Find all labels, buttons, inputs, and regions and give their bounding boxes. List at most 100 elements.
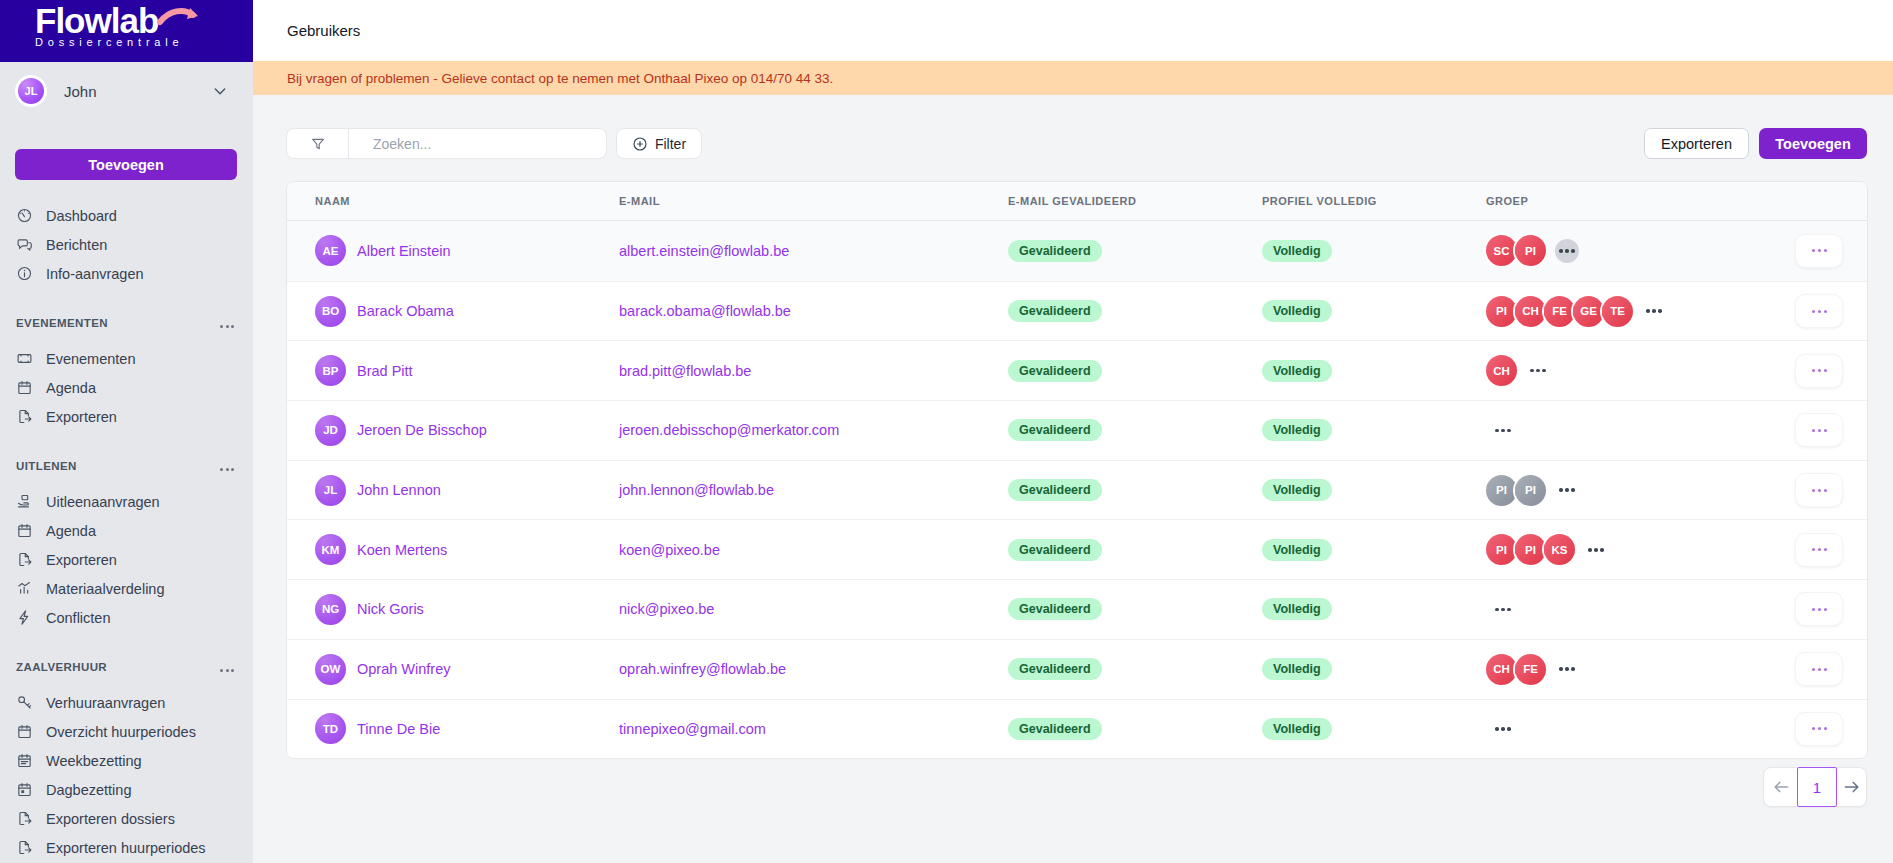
search-input[interactable] bbox=[349, 129, 606, 158]
groups-more-button[interactable] bbox=[1584, 538, 1608, 562]
group-badge[interactable]: CH bbox=[1486, 654, 1517, 685]
user-name-link[interactable]: Brad Pitt bbox=[357, 363, 413, 379]
section-more-button[interactable] bbox=[220, 314, 234, 332]
sidebar-item-exporteren[interactable]: Exporteren bbox=[0, 545, 253, 574]
groups-more-button[interactable] bbox=[1491, 418, 1515, 442]
group-badge[interactable]: TE bbox=[1602, 296, 1633, 327]
sidebar-item-label: Agenda bbox=[46, 380, 96, 396]
sidebar-item-label: Weekbezetting bbox=[46, 753, 142, 769]
cell-groep: PICHFEGETE bbox=[1486, 296, 1767, 327]
user-menu[interactable]: JL John bbox=[0, 62, 253, 107]
sidebar-item-exporteren[interactable]: Exporteren bbox=[0, 402, 253, 431]
cell-groep: CH bbox=[1486, 355, 1767, 386]
groups-more-button[interactable] bbox=[1555, 657, 1579, 681]
user-email-link[interactable]: tinnepixeo@gmail.com bbox=[619, 721, 766, 737]
cell-naam: TDTinne De Bie bbox=[315, 713, 619, 744]
row-actions-button[interactable] bbox=[1795, 413, 1843, 447]
sidebar-item-agenda[interactable]: Agenda bbox=[0, 516, 253, 545]
cell-email: tinnepixeo@gmail.com bbox=[619, 720, 1008, 738]
group-badge[interactable]: SC bbox=[1486, 235, 1517, 266]
export-doc-icon bbox=[16, 408, 34, 426]
section-more-button[interactable] bbox=[220, 658, 234, 676]
user-email-link[interactable]: brad.pitt@flowlab.be bbox=[619, 363, 751, 379]
user-email-link[interactable]: koen@pixeo.be bbox=[619, 542, 720, 558]
sidebar-item-uitleenaanvragen[interactable]: Uitleenaanvragen bbox=[0, 487, 253, 516]
col-naam: NAAM bbox=[315, 195, 619, 207]
row-actions-button[interactable] bbox=[1795, 652, 1843, 686]
table-body: AEAlbert Einsteinalbert.einstein@flowlab… bbox=[287, 221, 1867, 758]
pagination-next-button[interactable] bbox=[1837, 768, 1866, 806]
table-row: KMKoen Mertenskoen@pixeo.beGevalideerdVo… bbox=[287, 519, 1867, 579]
sidebar-item-overzicht-huurperiodes[interactable]: Overzicht huurperiodes bbox=[0, 717, 253, 746]
pagination-prev-button[interactable] bbox=[1764, 768, 1797, 806]
cell-profiel-volledig: Volledig bbox=[1262, 539, 1486, 561]
section-more-button[interactable] bbox=[220, 457, 234, 475]
sidebar-item-weekbezetting[interactable]: Weekbezetting bbox=[0, 746, 253, 775]
group-badge[interactable]: CH bbox=[1515, 296, 1546, 327]
sidebar-item-label: Exporteren huurperiodes bbox=[46, 840, 206, 856]
group-badge[interactable]: PI bbox=[1486, 534, 1517, 565]
group-badge[interactable]: PI bbox=[1486, 475, 1517, 506]
cell-email-gevalideerd: Gevalideerd bbox=[1008, 479, 1262, 501]
row-actions-button[interactable] bbox=[1795, 712, 1843, 746]
cell-naam: AEAlbert Einstein bbox=[315, 235, 619, 266]
row-actions-button[interactable] bbox=[1795, 354, 1843, 388]
add-button[interactable]: Toevoegen bbox=[1759, 128, 1867, 159]
sidebar-item-conflicten[interactable]: Conflicten bbox=[0, 603, 253, 632]
group-badge[interactable]: PI bbox=[1515, 475, 1546, 506]
col-email: E-MAIL bbox=[619, 195, 1008, 207]
user-email-link[interactable]: barack.obama@flowlab.be bbox=[619, 303, 791, 319]
user-name-link[interactable]: Jeroen De Bisschop bbox=[357, 422, 487, 438]
groups-more-button[interactable] bbox=[1555, 239, 1579, 263]
sidebar-item-info-aanvragen[interactable]: Info-aanvragen bbox=[0, 259, 253, 288]
filter-button[interactable]: Filter bbox=[616, 128, 702, 159]
sidebar-add-button[interactable]: Toevoegen bbox=[15, 149, 237, 180]
user-name-link[interactable]: Nick Goris bbox=[357, 601, 424, 617]
user-name-link[interactable]: Barack Obama bbox=[357, 303, 454, 319]
group-badge[interactable]: KS bbox=[1544, 534, 1575, 565]
group-badge[interactable]: PI bbox=[1515, 235, 1546, 266]
user-email-link[interactable]: albert.einstein@flowlab.be bbox=[619, 243, 789, 259]
group-badge[interactable]: GE bbox=[1573, 296, 1604, 327]
sidebar-item-berichten[interactable]: Berichten bbox=[0, 230, 253, 259]
group-badge[interactable]: FE bbox=[1515, 654, 1546, 685]
row-actions-button[interactable] bbox=[1795, 592, 1843, 626]
sidebar-item-verhuuraanvragen[interactable]: Verhuuraanvragen bbox=[0, 688, 253, 717]
sidebar-item-exporteren-dossiers[interactable]: Exporteren dossiers bbox=[0, 804, 253, 833]
user-email-link[interactable]: nick@pixeo.be bbox=[619, 601, 714, 617]
groups-more-button[interactable] bbox=[1491, 597, 1515, 621]
user-name-link[interactable]: Albert Einstein bbox=[357, 243, 451, 259]
groups-more-button[interactable] bbox=[1642, 299, 1666, 323]
cell-actions bbox=[1767, 533, 1843, 567]
arrow-left-icon bbox=[1771, 777, 1791, 797]
group-badge[interactable]: CH bbox=[1486, 355, 1517, 386]
group-badge[interactable]: PI bbox=[1486, 296, 1517, 327]
content: Filter Exporteren Toevoegen NAAM E-MAIL … bbox=[253, 95, 1893, 863]
sidebar-item-materiaalverdeling[interactable]: Materiaalverdeling bbox=[0, 574, 253, 603]
groups-more-button[interactable] bbox=[1526, 359, 1550, 383]
sidebar-item-evenementen[interactable]: Evenementen bbox=[0, 344, 253, 373]
row-actions-button[interactable] bbox=[1795, 473, 1843, 507]
row-actions-button[interactable] bbox=[1795, 533, 1843, 567]
user-name-link[interactable]: Tinne De Bie bbox=[357, 721, 440, 737]
sidebar-item-dashboard[interactable]: Dashboard bbox=[0, 201, 253, 230]
row-actions-button[interactable] bbox=[1795, 294, 1843, 328]
row-actions-button[interactable] bbox=[1795, 234, 1843, 268]
sidebar-item-dagbezetting[interactable]: Dagbezetting bbox=[0, 775, 253, 804]
funnel-icon[interactable] bbox=[287, 129, 349, 158]
user-email-link[interactable]: oprah.winfrey@flowlab.be bbox=[619, 661, 786, 677]
user-email-link[interactable]: john.lennon@flowlab.be bbox=[619, 482, 774, 498]
groups-more-button[interactable] bbox=[1555, 478, 1579, 502]
export-button[interactable]: Exporteren bbox=[1644, 128, 1749, 159]
group-badge[interactable]: FE bbox=[1544, 296, 1575, 327]
user-name-link[interactable]: Koen Mertens bbox=[357, 542, 447, 558]
user-email-link[interactable]: jeroen.debisschop@merkator.com bbox=[619, 422, 839, 438]
validated-badge: Gevalideerd bbox=[1008, 539, 1102, 561]
sidebar-item-exporteren-huurperiodes[interactable]: Exporteren huurperiodes bbox=[0, 833, 253, 862]
user-name-link[interactable]: John Lennon bbox=[357, 482, 441, 498]
group-badge[interactable]: PI bbox=[1515, 534, 1546, 565]
user-name-link[interactable]: Oprah Winfrey bbox=[357, 661, 450, 677]
groups-more-button[interactable] bbox=[1491, 717, 1515, 741]
sidebar-item-agenda[interactable]: Agenda bbox=[0, 373, 253, 402]
pagination-current-page[interactable]: 1 bbox=[1797, 767, 1837, 807]
